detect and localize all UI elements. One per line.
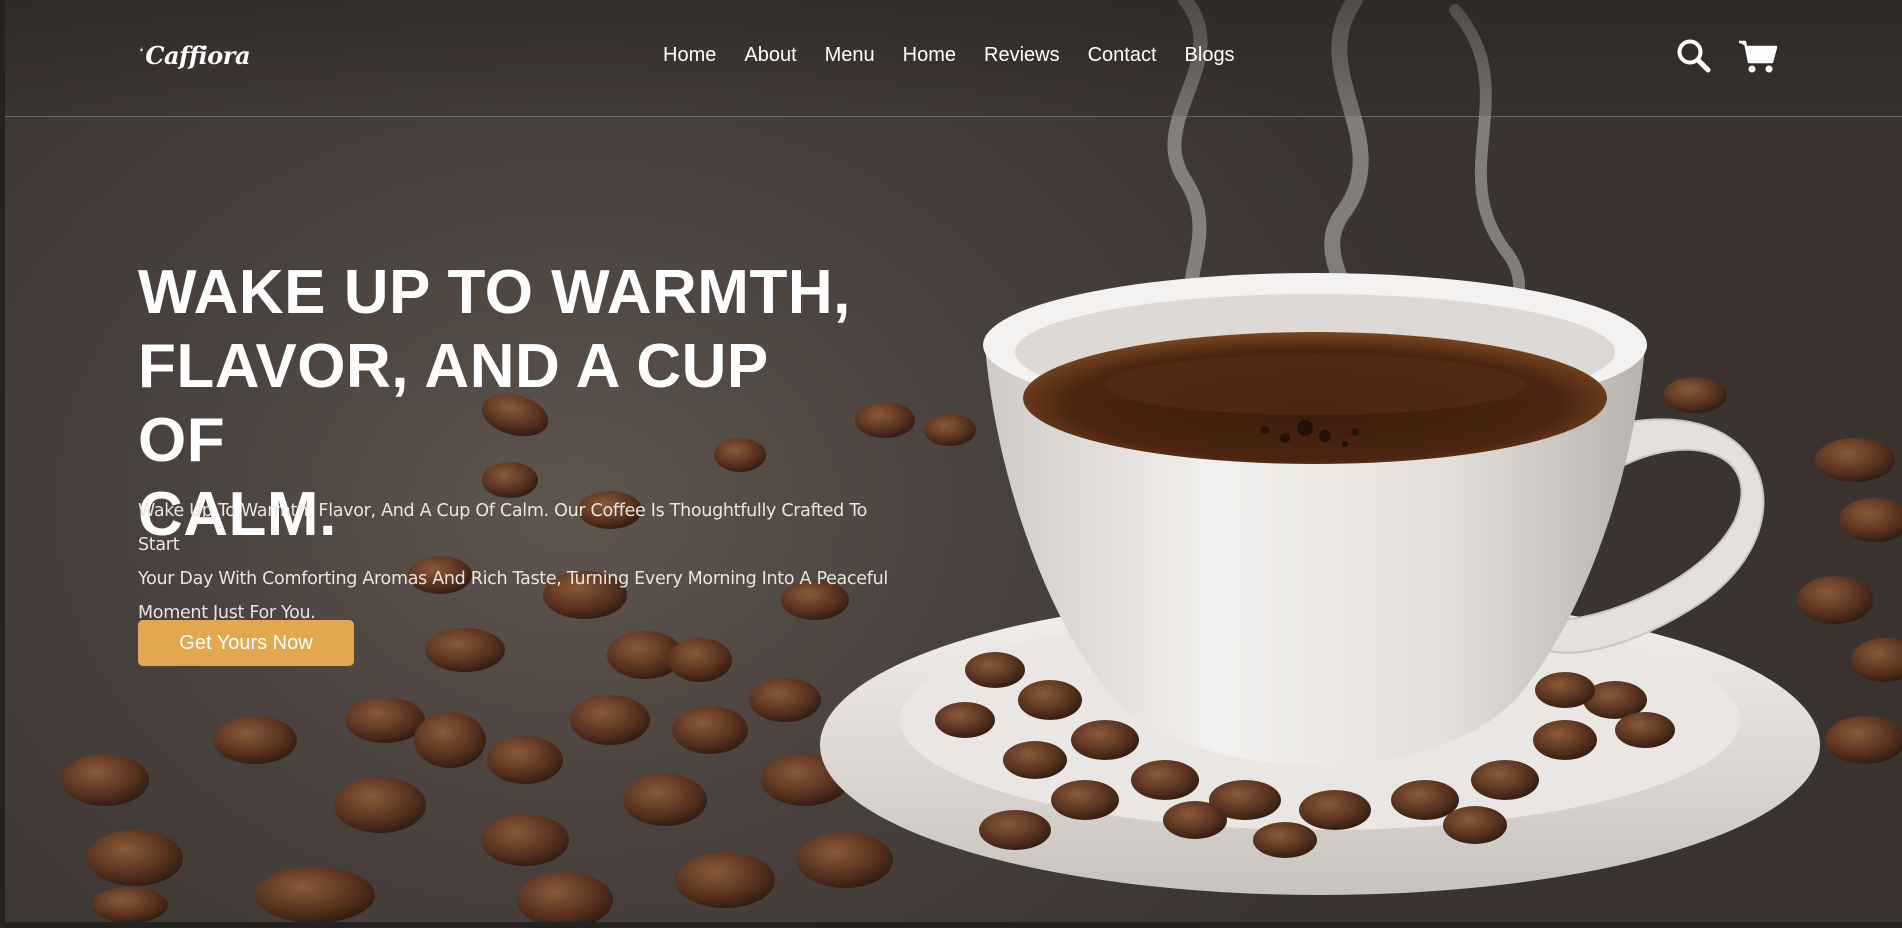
brand-name: Caffiora	[145, 41, 250, 70]
search-icon[interactable]	[1676, 38, 1712, 79]
cart-icon[interactable]	[1738, 38, 1778, 79]
hero-headline-line-1: WAKE UP TO WARMTH,	[138, 258, 851, 327]
nav-item-menu[interactable]: Menu	[825, 44, 875, 67]
hero-description: Wake Up To Warmth, Flavor, And A Cup Of …	[138, 494, 898, 630]
nav-item-home[interactable]: Home	[663, 44, 716, 67]
hero-description-line-1: Wake Up To Warmth, Flavor, And A Cup Of …	[138, 501, 868, 555]
hero-description-line-2: Your Day With Comforting Aromas And Rich…	[138, 569, 888, 589]
get-yours-now-button[interactable]: Get Yours Now	[138, 620, 354, 666]
nav-item-about[interactable]: About	[744, 44, 796, 67]
window-bottom-edge	[0, 922, 1902, 928]
hero-headline-line-2: FLAVOR, AND A CUP OF	[138, 332, 768, 475]
page: Caffiora Home About Menu Home Reviews Co…	[0, 0, 1902, 928]
nav-item-home-2[interactable]: Home	[903, 44, 956, 67]
window-left-edge	[0, 0, 5, 928]
nav-item-reviews[interactable]: Reviews	[984, 44, 1060, 67]
coffee-cup-logo-icon	[140, 46, 144, 52]
nav-item-contact[interactable]: Contact	[1088, 44, 1157, 67]
main-nav: Home About Menu Home Reviews Contact Blo…	[663, 44, 1235, 67]
site-header: Caffiora Home About Menu Home Reviews Co…	[5, 0, 1902, 117]
brand-logo[interactable]: Caffiora	[140, 18, 250, 78]
nav-item-blogs[interactable]: Blogs	[1185, 44, 1235, 67]
